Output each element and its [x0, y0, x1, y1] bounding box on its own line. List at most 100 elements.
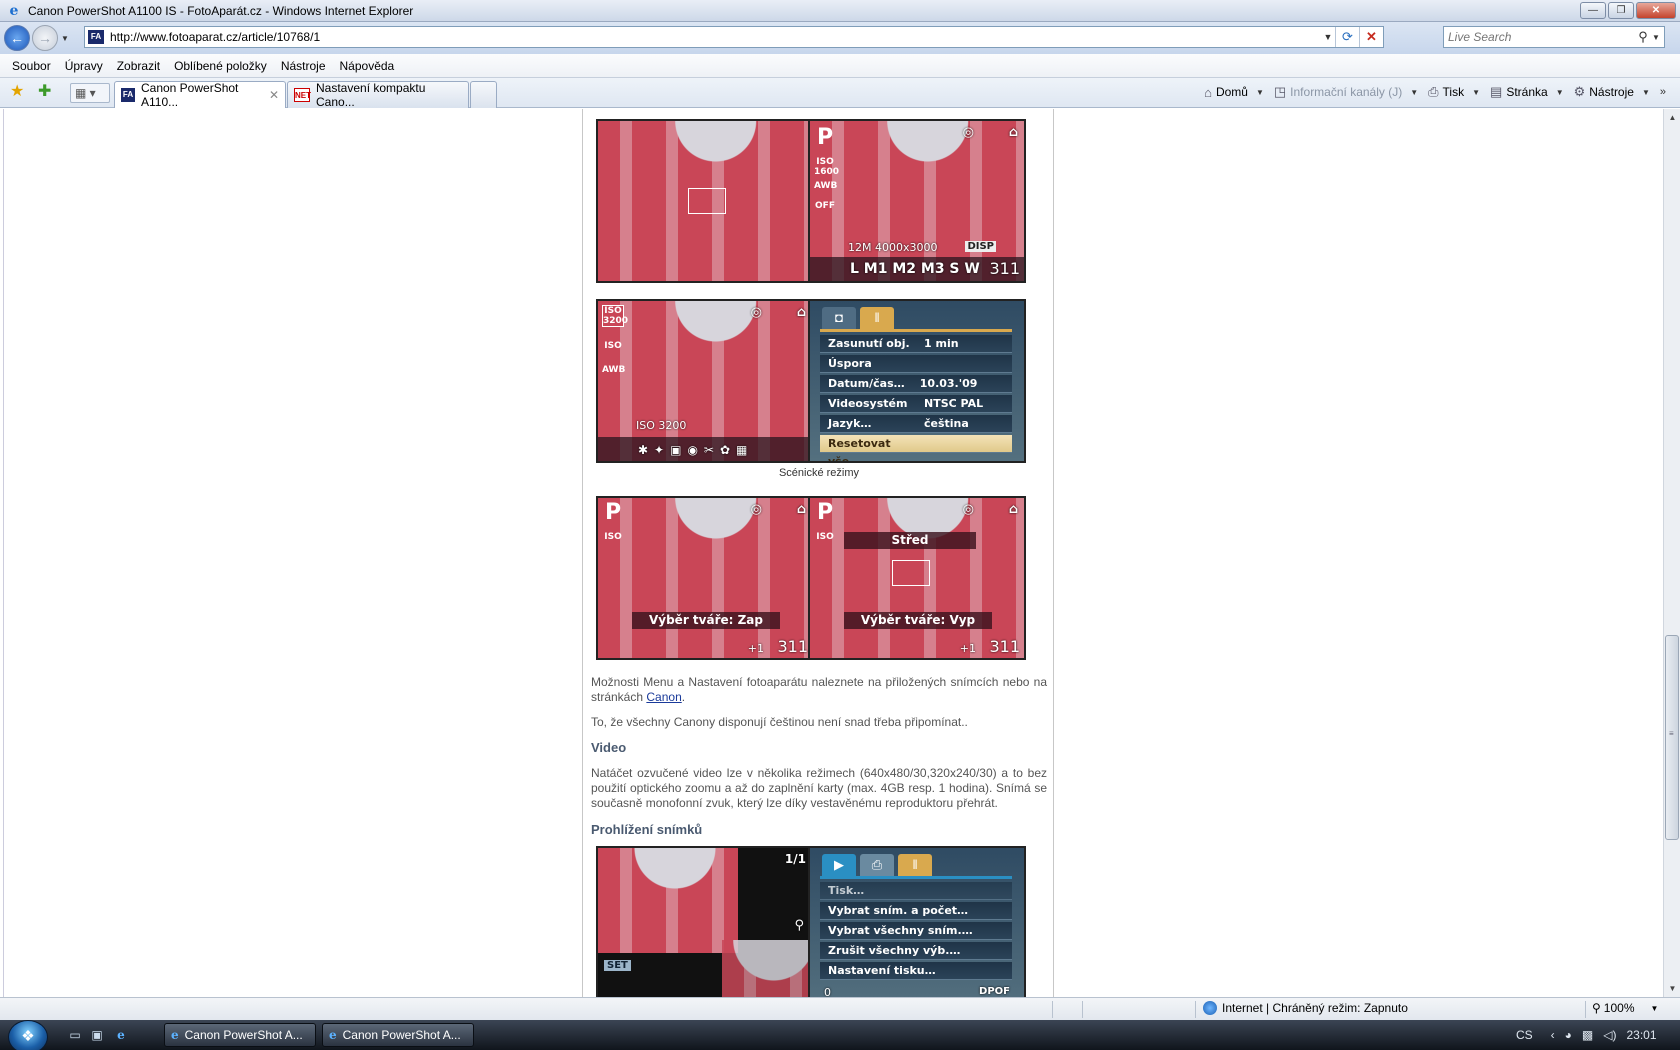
menu-row-label: Zasunutí obj. — [828, 337, 910, 350]
camera-screenshot-playback[interactable]: 1/1 ⚲ SET — [596, 846, 814, 997]
chevron-down-icon[interactable]: ▼ — [1642, 88, 1650, 97]
menu-view[interactable]: Zobrazit — [110, 59, 167, 73]
forward-button[interactable]: → — [32, 25, 58, 51]
playback-image — [598, 848, 738, 953]
zoom-level: 100% — [1603, 1001, 1635, 1015]
tray-app-icon[interactable]: ◕ — [1565, 1028, 1572, 1042]
clock[interactable]: 23:01 — [1627, 1028, 1657, 1042]
quick-tabs-button[interactable]: ▦ ▾ — [70, 83, 110, 103]
language-indicator[interactable]: CS — [1516, 1028, 1533, 1042]
address-dropdown[interactable]: ▼ — [1321, 32, 1335, 42]
home-label: Domů — [1215, 85, 1248, 99]
back-button[interactable]: ← — [4, 25, 30, 51]
camera-screenshot-settings-menu[interactable]: ◘ ǁ Zasunutí obj. 1 min Úspora energie… D… — [808, 299, 1026, 463]
tab-label: Nastavení kompaktu Cano... — [316, 81, 426, 109]
menu-row-value: NTSC PAL — [924, 397, 984, 410]
address-row: ← → ▼ FA http://www.fotoaparat.cz/articl… — [0, 22, 1680, 54]
switch-windows-icon[interactable]: ▣ — [88, 1027, 106, 1043]
camera-screenshot-image-size[interactable]: P ISO 1600 AWB OFF ◎ ⌂ 12M 4000x3000 DIS… — [808, 119, 1026, 283]
chevron-down-icon[interactable]: ▼ — [1256, 88, 1264, 97]
print-button[interactable]: ⎙ Tisk ▼ — [1428, 84, 1480, 100]
article-column: P ISO 1600 AWB OFF ◎ ⌂ 12M 4000x3000 DIS… — [582, 109, 1054, 997]
menu-file[interactable]: Soubor — [5, 59, 58, 73]
close-button[interactable]: ✕ — [1636, 2, 1676, 19]
home-button[interactable]: ⌂ Domů ▼ — [1204, 85, 1264, 100]
menu-edit[interactable]: Úpravy — [58, 59, 110, 73]
home-icon: ⌂ — [1204, 84, 1212, 100]
favorites-center-icon[interactable]: ★ — [10, 84, 24, 100]
url-text[interactable]: http://www.fotoaparat.cz/article/10768/1 — [110, 30, 1321, 44]
arrow-left-icon: ← — [10, 30, 24, 46]
chevron-down-icon[interactable]: ▼ — [1410, 88, 1418, 97]
camera-screenshot-face-on[interactable]: P ISO ◎ ⌂ Výběr tváře: Zap +1 311 — [596, 496, 814, 660]
camera-screenshot-iso[interactable]: ISO 3200 ISO AWB ◎ ⌂ ISO 3200 ✱✦▣◉✂✿▦ — [596, 299, 814, 463]
scroll-up-button[interactable]: ▲ — [1664, 109, 1680, 126]
window-title: Canon PowerShot A1100 IS - FotoAparát.cz… — [28, 3, 414, 18]
menu-divider — [820, 329, 1012, 332]
chevron-down-icon[interactable]: ▼ — [1472, 88, 1480, 97]
scroll-down-button[interactable]: ▼ — [1664, 980, 1680, 997]
status-divider — [1052, 1001, 1053, 1018]
iso-badge: ISO 3200 — [602, 305, 629, 327]
system-tray: CS ‹ ◕ ▩ ◁) 23:01 — [1516, 1020, 1667, 1050]
zoom-control[interactable]: ⚲ 100% ▼ — [1592, 1001, 1658, 1015]
feeds-button[interactable]: ◳ Informační kanály (J) ▼ — [1274, 84, 1418, 100]
set-badge: SET — [604, 960, 631, 971]
recent-pages-dropdown[interactable]: ▼ — [61, 34, 69, 43]
add-favorite-icon[interactable]: ✚ — [38, 84, 51, 100]
vertical-scrollbar[interactable]: ▲ ≡ ▼ — [1663, 109, 1680, 997]
search-input[interactable] — [1444, 30, 1634, 44]
heading-review: Prohlížení snímků — [591, 822, 703, 837]
size-text: 12M 4000x3000 — [848, 241, 938, 254]
zoom-icon: ⚲ — [794, 918, 804, 933]
tab-favicon-icon: NET — [294, 88, 311, 102]
minimize-button[interactable]: — — [1580, 2, 1606, 19]
show-desktop-icon[interactable]: ▭ — [66, 1027, 84, 1043]
menu-row-selected: Resetovat vše… — [820, 435, 1012, 461]
tools-tab-icon: ǁ — [860, 307, 894, 329]
menu-favorites[interactable]: Oblíbené položky — [167, 59, 274, 73]
search-icon[interactable]: ⚲ — [1634, 29, 1652, 45]
iso-icon: ISO 1600 — [814, 157, 840, 177]
tab-close-icon[interactable]: ✕ — [269, 88, 279, 102]
chevron-more-icon[interactable]: » — [1660, 86, 1666, 98]
scroll-thumb[interactable]: ≡ — [1665, 635, 1679, 840]
chevron-down-icon[interactable]: ▼ — [1651, 1004, 1659, 1013]
stop-button[interactable]: ✕ — [1359, 27, 1383, 47]
menu-help[interactable]: Nápověda — [333, 59, 402, 73]
chevron-down-icon[interactable]: ▼ — [1556, 88, 1564, 97]
stabilizer-icon: ◎ — [750, 305, 762, 320]
refresh-button[interactable]: ⟳ — [1335, 27, 1359, 47]
volume-icon[interactable]: ◁) — [1603, 1028, 1616, 1042]
playback-tab-icon: ▶ — [822, 854, 856, 876]
window-controls: — ❐ ✕ — [1580, 2, 1676, 19]
network-icon[interactable]: ▩ — [1582, 1028, 1593, 1042]
tab-canon-powershot[interactable]: FA Canon PowerShot A110... ✕ — [114, 81, 286, 109]
taskbar-button-label: Canon PowerShot A... — [184, 1028, 303, 1042]
taskbar-button-ie-2[interactable]: e Canon PowerShot A... — [322, 1023, 474, 1047]
ie-quicklaunch-icon[interactable]: e — [112, 1027, 130, 1043]
page-button[interactable]: ▤ Stránka ▼ — [1490, 84, 1564, 100]
grip-icon: ≡ — [1669, 729, 1674, 738]
menu-tabs: ▶ ⎙ ǁ — [822, 854, 932, 876]
address-bar[interactable]: FA http://www.fotoaparat.cz/article/1076… — [84, 26, 1384, 48]
tools-button[interactable]: ⚙ Nástroje ▼ — [1574, 84, 1650, 100]
start-button[interactable]: ❖ — [8, 1020, 48, 1050]
taskbar-button-ie-1[interactable]: e Canon PowerShot A... — [164, 1023, 316, 1047]
menu-tools[interactable]: Nástroje — [274, 59, 333, 73]
camera-screenshot-face-off[interactable]: P ISO ◎ ⌂ Střed Výběr tváře: Vyp +1 311 — [808, 496, 1026, 660]
maximize-button[interactable]: ❐ — [1608, 2, 1634, 19]
security-zone[interactable]: Internet | Chráněný režim: Zapnuto — [1203, 1001, 1408, 1015]
scene-icons: ✱✦▣◉✂✿▦ — [638, 443, 754, 457]
mode-p-icon: P — [816, 500, 834, 525]
tab-nastaveni-kompaktu[interactable]: NET Nastavení kompaktu Cano... — [287, 81, 469, 109]
search-box[interactable]: ⚲ ▼ — [1443, 26, 1665, 48]
camera-screenshot-focus[interactable] — [596, 119, 814, 283]
ie-icon: e — [171, 1028, 179, 1042]
new-tab-button[interactable] — [470, 81, 497, 108]
menu-row: Videosystém NTSC PAL — [820, 395, 1012, 413]
camera-screenshot-print-menu[interactable]: ▶ ⎙ ǁ Tisk… Vybrat sním. a počet… Vybrat… — [808, 846, 1026, 997]
search-options-dropdown[interactable]: ▼ — [1652, 33, 1664, 42]
canon-link[interactable]: Canon — [646, 690, 681, 704]
tray-expand-icon[interactable]: ‹ — [1551, 1028, 1555, 1042]
